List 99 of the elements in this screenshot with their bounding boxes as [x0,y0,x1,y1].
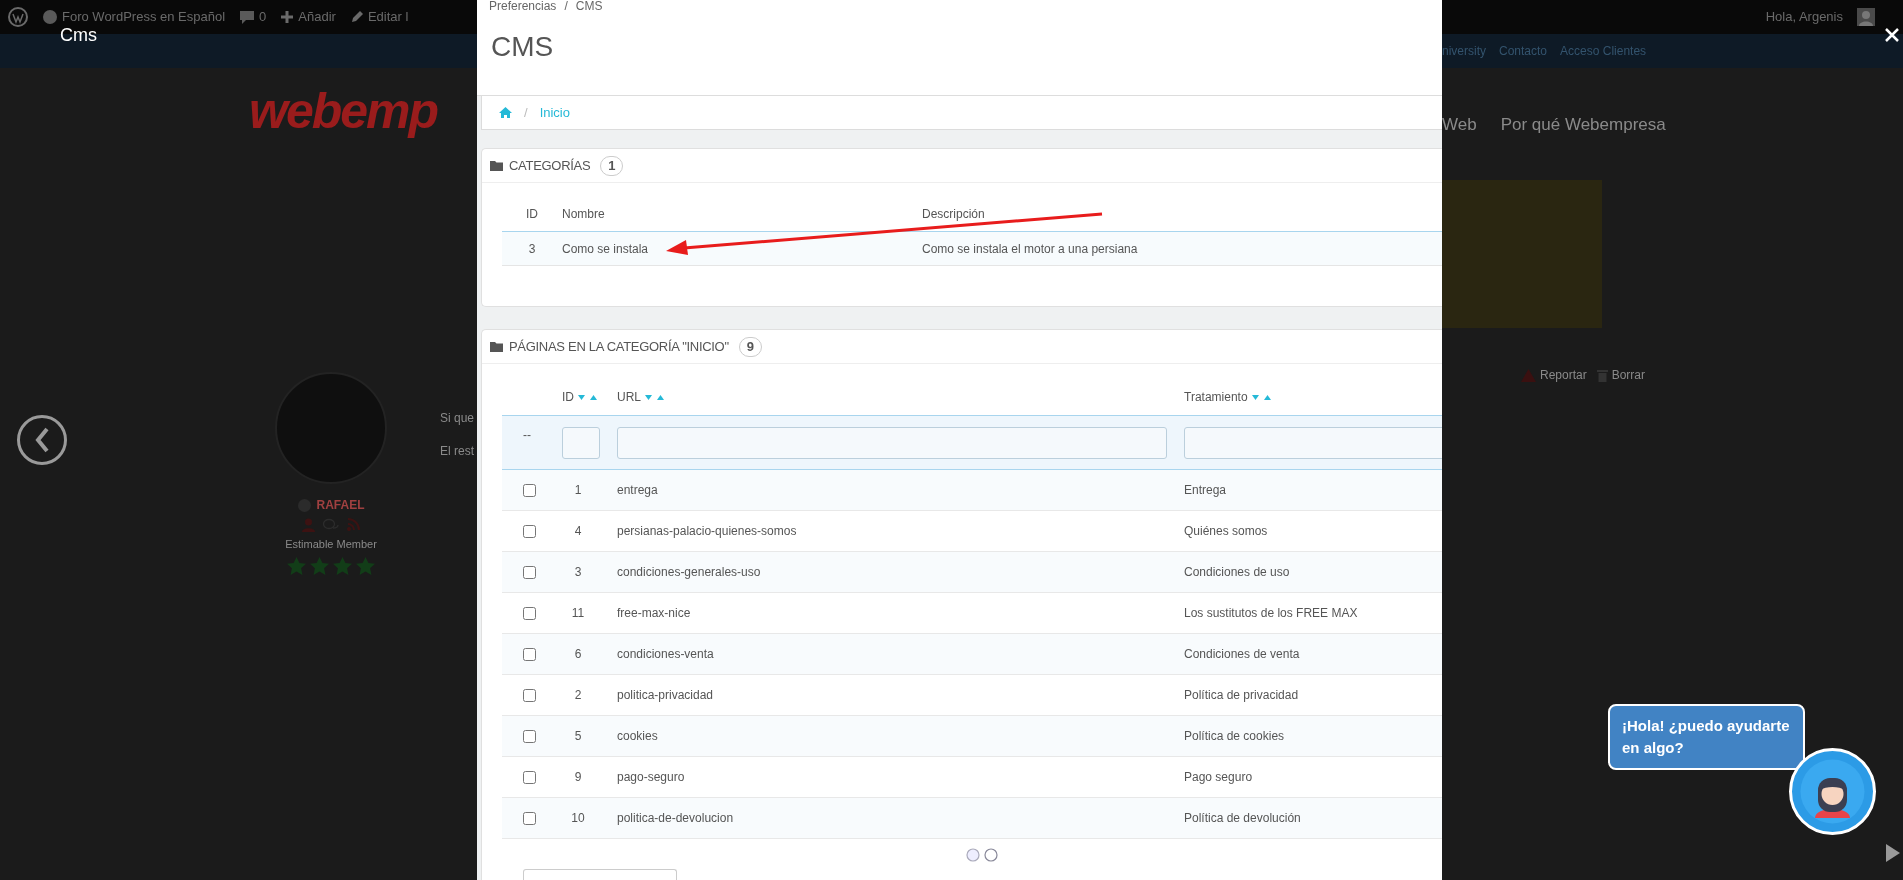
table-cell-text: condiciones-generales-uso [616,564,762,581]
site-link[interactable]: Foro WordPress en Español [62,7,226,27]
table-cell-text: 5 [573,728,583,745]
star-icon [287,556,306,575]
table-cell-text: Como se instala el motor a una persiana [922,240,1139,258]
column-header[interactable]: Tratamiento [1184,388,1248,406]
row-checkbox[interactable] [522,565,536,579]
comment-icon [239,9,256,25]
table-cell-text: cookies [616,728,659,745]
report-link[interactable]: Reportar [1540,366,1587,384]
row-checkbox[interactable] [522,811,536,825]
table-cell-text: entrega [616,482,659,499]
top-nav-link[interactable]: Acceso Clientes [1560,42,1647,60]
home-icon[interactable] [499,107,512,118]
previous-button[interactable] [17,415,67,465]
breadcrumb-link[interactable]: Inicio [539,102,570,123]
site-logo[interactable]: webemp [0,68,477,150]
sort-arrows-icon[interactable] [1251,393,1272,401]
table-cell-text: pago-seguro [616,769,686,786]
author-name[interactable]: RAFAEL [316,496,365,514]
row-checkbox[interactable] [522,770,536,784]
page-title: CMS [490,30,555,64]
table-cell-text: 2 [573,687,583,704]
table-cell-text: Pago seguro [1183,769,1254,786]
table-cell-text: 10 [570,810,586,827]
folder-icon [490,341,503,352]
filter-reset: -- [522,427,532,444]
table-cell-text: 9 [573,769,583,786]
add-new-link[interactable]: Añadir [298,7,336,27]
filter-field[interactable] [617,426,1167,459]
table-cell-text: politica-de-devolucion [616,810,735,827]
delete-link[interactable]: Borrar [1611,366,1646,384]
filter-field[interactable] [562,426,600,459]
pencil-icon [349,10,364,24]
user-greeting[interactable]: Hola, Argenis [1765,7,1843,27]
panel-title: PÁGINAS EN LA CATEGORÍA "INICIO" [509,337,729,356]
top-nav-link[interactable]: Contacto [1499,42,1548,60]
user-avatar-icon [1857,8,1875,26]
row-checkbox[interactable] [522,688,536,702]
sort-arrows-icon[interactable] [578,393,598,401]
next-arrow-icon[interactable] [1885,843,1901,863]
table-cell-text: 6 [573,646,583,663]
folder-icon [490,160,503,171]
table-cell-text: Condiciones de uso [1183,564,1291,581]
main-menu-link[interactable]: Por qué Webempresa [1500,112,1666,180]
column-header: Nombre [562,206,606,223]
column-header: Descripción [922,206,986,223]
table-cell-text: 11 [570,605,586,622]
star-icon [310,556,329,575]
breadcrumb-separator: / [523,103,529,122]
row-checkbox[interactable] [522,606,536,620]
breadcrumb-separator: / [564,0,568,12]
post-text: Si que [440,410,475,427]
table-cell-text: condiciones-venta [616,646,715,663]
column-header[interactable]: URL [617,388,641,406]
table-cell-text: Como se instala [562,240,650,258]
plus-icon [280,10,295,24]
assistant-avatar-drawing[interactable] [1789,748,1876,835]
table-cell-text: Los sustitutos de los FREE MAX [1183,605,1359,622]
table-cell-text: Política de devolución [1183,810,1302,827]
edit-link[interactable]: Editar l [367,7,409,27]
wordpress-logo-icon[interactable] [8,7,28,27]
trash-icon [1596,368,1608,382]
filter-field[interactable] [1184,426,1442,459]
table-cell-text: 3 [527,240,537,258]
comment-count[interactable]: 0 [259,7,267,27]
breadcrumb-item: CMS [575,0,603,12]
table-cell-text: 1 [573,482,583,499]
table-cell-text: 4 [573,523,583,540]
table-cell-text: Quiénes somos [1183,523,1269,540]
table-cell-text: Política de cookies [1183,728,1286,745]
sort-arrows-icon[interactable] [645,393,665,401]
table-cell-text: Entrega [1183,482,1228,499]
main-menu-link[interactable]: Web [1442,112,1477,180]
chevron-left-icon [34,427,50,453]
lightbox-title: Cms [60,24,97,47]
table-cell-text: Política de privacidad [1183,687,1300,704]
breadcrumb-item[interactable]: Preferencias [489,0,557,12]
row-checkbox[interactable] [522,524,536,538]
star-icon [356,556,375,575]
row-checkbox[interactable] [522,729,536,743]
table-cell-text: 3 [573,564,583,581]
loading-icon [965,847,999,863]
close-icon [1885,28,1899,43]
column-header: ID [525,206,539,223]
row-checkbox[interactable] [522,483,536,497]
table-cell-text: politica-privacidad [616,687,715,704]
table-cell-text: free-max-nice [616,605,692,622]
row-checkbox[interactable] [522,647,536,661]
chat-bubble[interactable]: ¡Hola! ¿puedo ayudarte en algo? [1608,704,1805,770]
post-text: El rest [440,443,475,460]
table-cell-text: Condiciones de venta [1183,646,1301,663]
member-rank: Estimable Member [285,537,377,552]
panel-title: CATEGORÍAS [509,156,591,175]
column-header[interactable]: ID [562,388,574,406]
star-icon [333,556,352,575]
table-cell-text: persianas-palacio-quienes-somos [616,523,798,540]
top-nav-link[interactable]: niversity [1442,42,1486,60]
warning-icon [1521,368,1536,382]
